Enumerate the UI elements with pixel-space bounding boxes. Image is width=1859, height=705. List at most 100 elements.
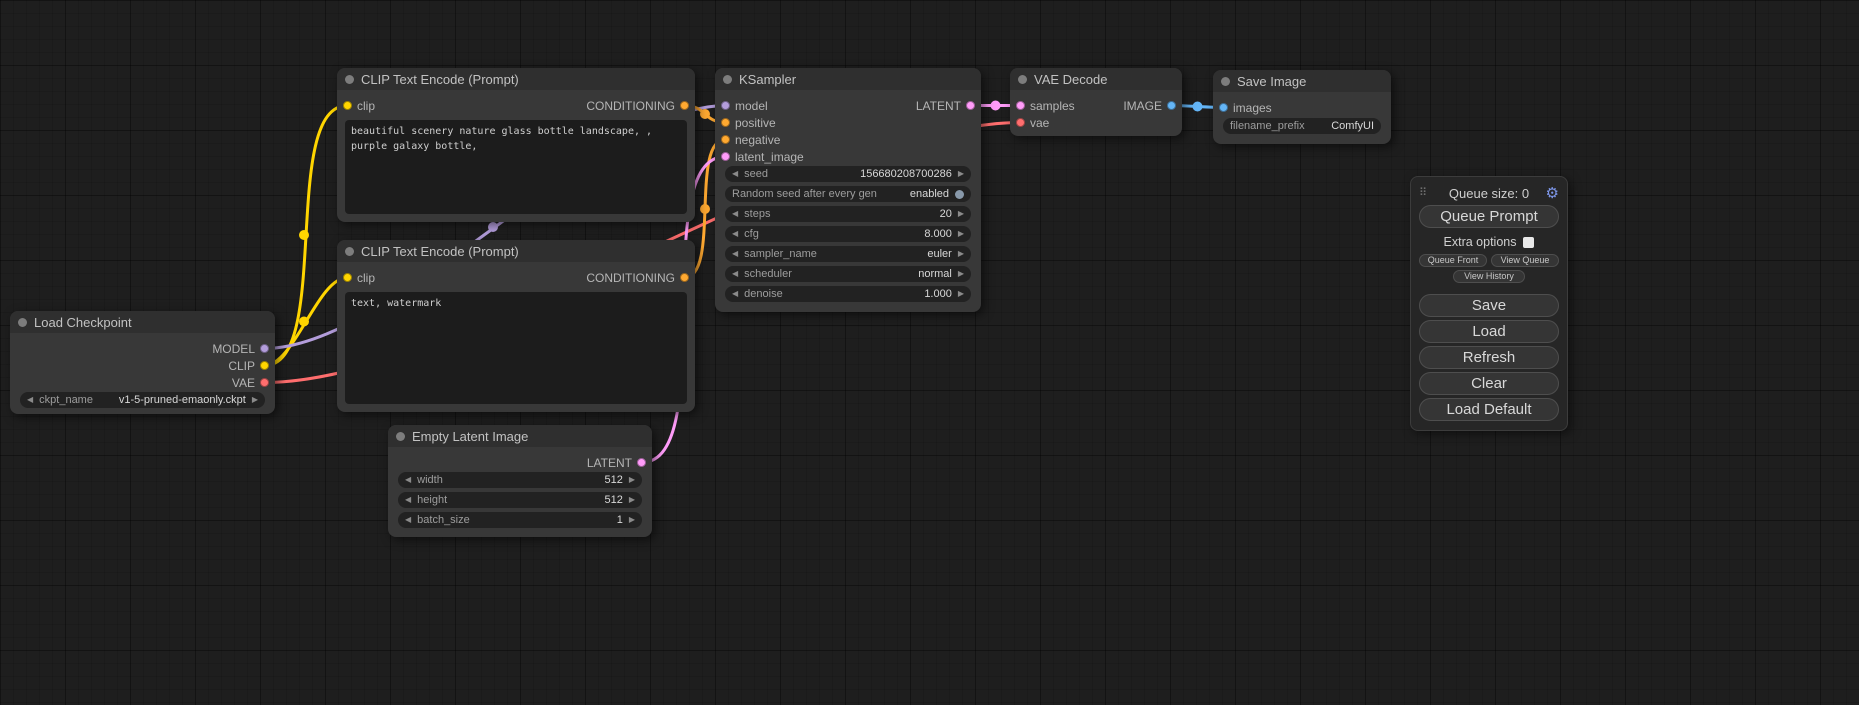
vae-slot-icon[interactable] [1016, 118, 1025, 127]
widget-random-seed-toggle[interactable]: Random seed after every gen enabled [725, 186, 971, 202]
node-load-checkpoint[interactable]: Load Checkpoint MODEL CLIP VAE ◀ ckpt_na… [10, 311, 275, 414]
input-slot-images[interactable]: images [1213, 101, 1272, 115]
node-title-bar[interactable]: KSampler [715, 68, 981, 90]
input-slot-clip[interactable]: clip [337, 99, 375, 113]
increment-arrow-icon[interactable]: ▶ [958, 290, 964, 298]
model-slot-icon[interactable] [260, 344, 269, 353]
settings-gear-icon[interactable]: ⚙ [1546, 184, 1559, 202]
queue-front-button[interactable]: Queue Front [1419, 254, 1487, 267]
node-title-bar[interactable]: CLIP Text Encode (Prompt) [337, 68, 695, 90]
conditioning-slot-icon[interactable] [721, 135, 730, 144]
decrement-arrow-icon[interactable]: ◀ [732, 290, 738, 298]
clip-slot-icon[interactable] [343, 273, 352, 282]
input-slot-vae[interactable]: vae [1010, 116, 1049, 130]
clip-slot-icon[interactable] [343, 101, 352, 110]
output-slot-conditioning[interactable]: CONDITIONING [586, 99, 695, 113]
input-slot-latent-image[interactable]: latent_image [715, 150, 804, 164]
collapse-node-icon[interactable] [396, 432, 405, 441]
collapse-node-icon[interactable] [1018, 75, 1027, 84]
conditioning-slot-icon[interactable] [680, 273, 689, 282]
node-save-image[interactable]: Save Image images filename_prefix ComfyU… [1213, 70, 1391, 144]
image-slot-icon[interactable] [1219, 103, 1228, 112]
view-queue-button[interactable]: View Queue [1491, 254, 1559, 267]
refresh-button[interactable]: Refresh [1419, 346, 1559, 369]
output-slot-vae[interactable]: VAE [232, 376, 275, 390]
node-ksampler[interactable]: KSampler model LATENT positive negative [715, 68, 981, 312]
widget-width[interactable]: ◀ width 512 ▶ [398, 472, 642, 488]
output-slot-conditioning[interactable]: CONDITIONING [586, 271, 695, 285]
save-button[interactable]: Save [1419, 294, 1559, 317]
node-title-bar[interactable]: CLIP Text Encode (Prompt) [337, 240, 695, 262]
view-history-button[interactable]: View History [1453, 270, 1525, 283]
input-slot-samples[interactable]: samples [1010, 99, 1075, 113]
output-slot-latent[interactable]: LATENT [587, 456, 652, 470]
collapse-node-icon[interactable] [18, 318, 27, 327]
increment-arrow-icon[interactable]: ▶ [629, 476, 635, 484]
conditioning-slot-icon[interactable] [680, 101, 689, 110]
output-slot-model[interactable]: MODEL [212, 342, 275, 356]
increment-arrow-icon[interactable]: ▶ [629, 516, 635, 524]
latent-slot-icon[interactable] [721, 152, 730, 161]
wire-midpoint-dot-negative[interactable] [700, 204, 710, 214]
prev-option-arrow-icon[interactable]: ◀ [732, 250, 738, 258]
collapse-node-icon[interactable] [723, 75, 732, 84]
input-slot-model[interactable]: model [715, 99, 768, 113]
node-title-bar[interactable]: Save Image [1213, 70, 1391, 92]
input-slot-negative[interactable]: negative [715, 133, 780, 147]
increment-arrow-icon[interactable]: ▶ [629, 496, 635, 504]
image-slot-icon[interactable] [1167, 101, 1176, 110]
conditioning-slot-icon[interactable] [721, 118, 730, 127]
wire-midpoint-dot-clip1[interactable] [299, 230, 309, 240]
node-title-bar[interactable]: Empty Latent Image [388, 425, 652, 447]
wire-midpoint-dot-model[interactable] [488, 222, 498, 232]
positive-prompt-textarea[interactable]: beautiful scenery nature glass bottle la… [345, 120, 687, 214]
input-slot-positive[interactable]: positive [715, 116, 776, 130]
widget-steps[interactable]: ◀ steps 20 ▶ [725, 206, 971, 222]
queue-prompt-button[interactable]: Queue Prompt [1419, 205, 1559, 228]
drag-handle-icon[interactable]: ⠿ [1419, 186, 1427, 199]
collapse-node-icon[interactable] [1221, 77, 1230, 86]
decrement-arrow-icon[interactable]: ◀ [732, 170, 738, 178]
negative-prompt-textarea[interactable]: text, watermark [345, 292, 687, 404]
prev-option-arrow-icon[interactable]: ◀ [732, 270, 738, 278]
widget-scheduler[interactable]: ◀ scheduler normal ▶ [725, 266, 971, 282]
toggle-on-indicator-icon[interactable] [955, 190, 964, 199]
latent-slot-icon[interactable] [637, 458, 646, 467]
next-option-arrow-icon[interactable]: ▶ [252, 396, 258, 404]
widget-ckpt-name[interactable]: ◀ ckpt_name v1-5-pruned-emaonly.ckpt ▶ [20, 392, 265, 408]
load-button[interactable]: Load [1419, 320, 1559, 343]
widget-cfg[interactable]: ◀ cfg 8.000 ▶ [725, 226, 971, 242]
decrement-arrow-icon[interactable]: ◀ [732, 230, 738, 238]
node-title-bar[interactable]: Load Checkpoint [10, 311, 275, 333]
wire-midpoint-dot-samples[interactable] [991, 101, 1001, 111]
increment-arrow-icon[interactable]: ▶ [958, 230, 964, 238]
output-slot-latent[interactable]: LATENT [916, 99, 981, 113]
clip-slot-icon[interactable] [260, 361, 269, 370]
widget-filename-prefix[interactable]: filename_prefix ComfyUI [1223, 118, 1381, 134]
widget-denoise[interactable]: ◀ denoise 1.000 ▶ [725, 286, 971, 302]
increment-arrow-icon[interactable]: ▶ [958, 210, 964, 218]
output-slot-clip[interactable]: CLIP [228, 359, 275, 373]
wire-midpoint-dot-positive[interactable] [700, 109, 710, 119]
wire-midpoint-dot-image[interactable] [1193, 102, 1203, 112]
load-default-button[interactable]: Load Default [1419, 398, 1559, 421]
widget-sampler-name[interactable]: ◀ sampler_name euler ▶ [725, 246, 971, 262]
latent-slot-icon[interactable] [1016, 101, 1025, 110]
decrement-arrow-icon[interactable]: ◀ [405, 496, 411, 504]
collapse-node-icon[interactable] [345, 75, 354, 84]
latent-slot-icon[interactable] [966, 101, 975, 110]
extra-options-checkbox[interactable] [1523, 237, 1534, 248]
next-option-arrow-icon[interactable]: ▶ [958, 250, 964, 258]
clear-button[interactable]: Clear [1419, 372, 1559, 395]
decrement-arrow-icon[interactable]: ◀ [405, 476, 411, 484]
vae-slot-icon[interactable] [260, 378, 269, 387]
next-option-arrow-icon[interactable]: ▶ [958, 270, 964, 278]
decrement-arrow-icon[interactable]: ◀ [732, 210, 738, 218]
collapse-node-icon[interactable] [345, 247, 354, 256]
node-vae-decode[interactable]: VAE Decode samples IMAGE vae [1010, 68, 1182, 136]
decrement-arrow-icon[interactable]: ◀ [405, 516, 411, 524]
wire-midpoint-dot-clip2[interactable] [299, 317, 309, 327]
input-slot-clip[interactable]: clip [337, 271, 375, 285]
node-title-bar[interactable]: VAE Decode [1010, 68, 1182, 90]
prev-option-arrow-icon[interactable]: ◀ [27, 396, 33, 404]
